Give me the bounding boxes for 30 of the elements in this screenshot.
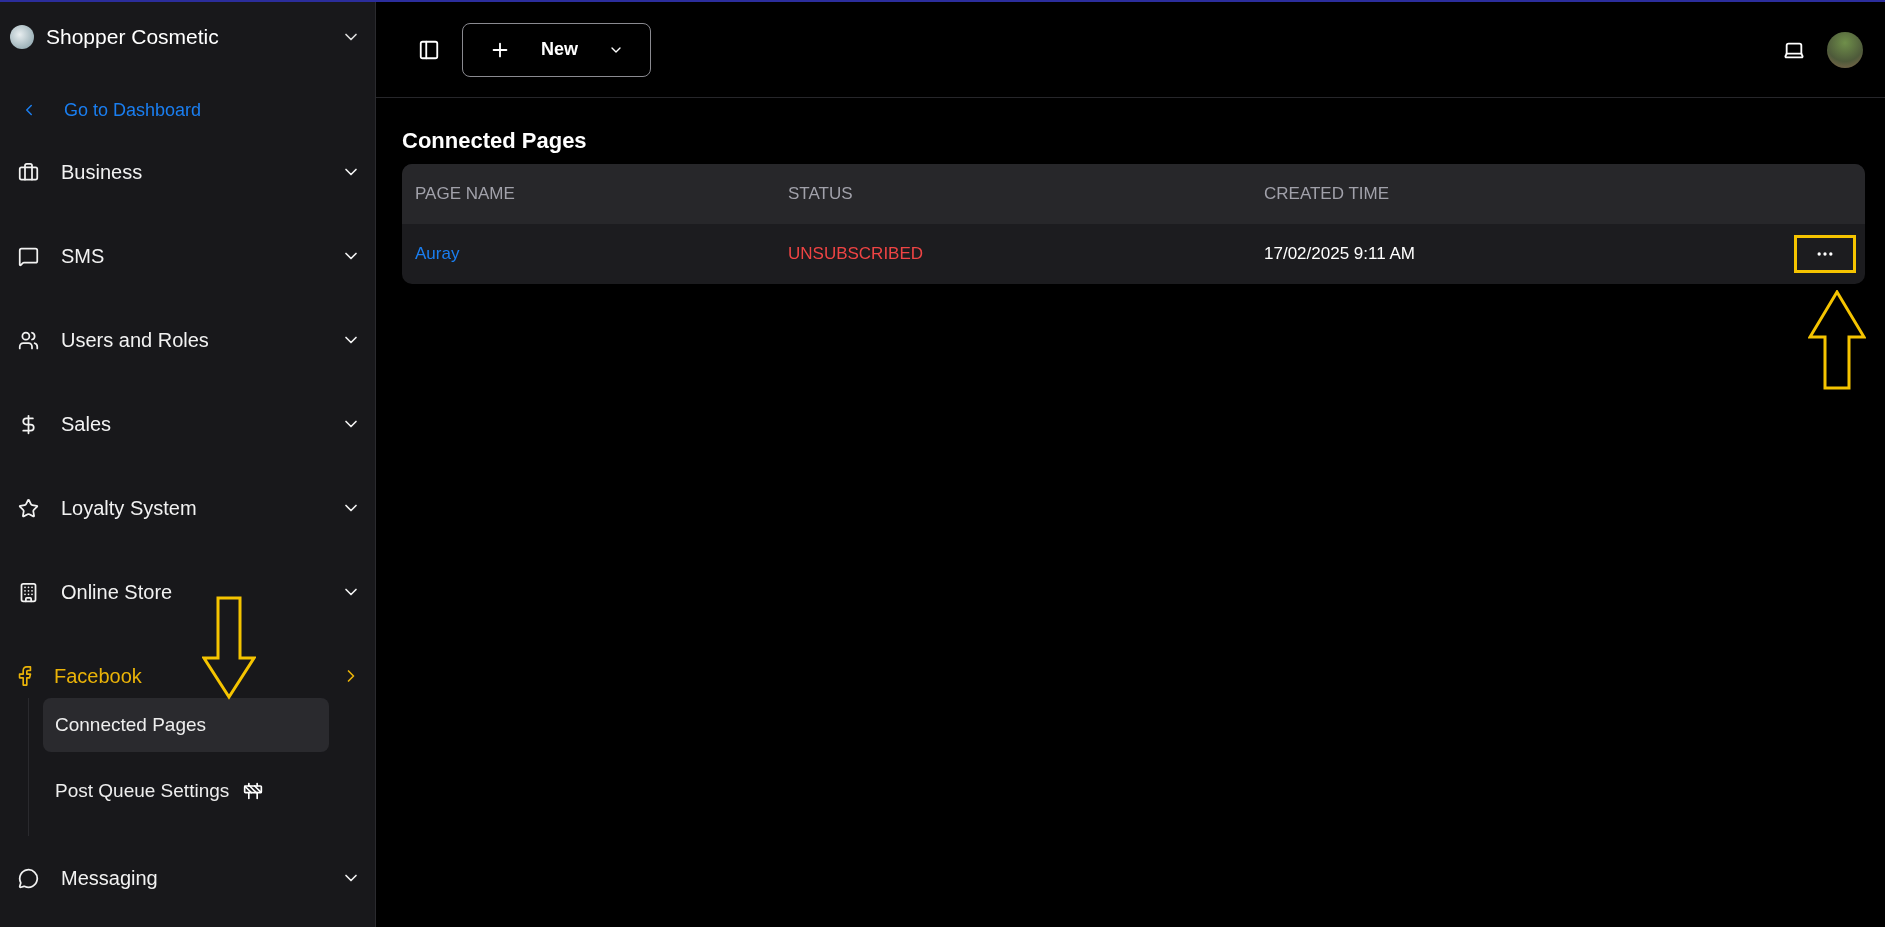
workspace-name[interactable]: Shopper Cosmetic [46, 25, 329, 49]
page-title: Connected Pages [402, 128, 588, 154]
nav-item[interactable]: Messaging [61, 866, 341, 890]
workspace-avatar [10, 25, 34, 49]
nav-item[interactable]: SMS [61, 244, 341, 268]
nav-icon [18, 867, 39, 889]
construction-barrier-icon [243, 781, 264, 801]
nav-item[interactable]: Online Store [61, 580, 341, 604]
sub-nav-item[interactable]: Connected Pages [43, 698, 329, 752]
back-link[interactable]: Go to Dashboard [20, 90, 361, 130]
sub-nav-item[interactable]: Post Queue Settings [43, 764, 329, 818]
nav-item[interactable]: Business [61, 160, 341, 184]
nav-icon [18, 161, 39, 183]
facebook-icon [18, 666, 32, 686]
new-button[interactable]: New [462, 22, 651, 77]
nav-item[interactable]: Users and Roles [61, 328, 341, 352]
nav-icon [18, 497, 39, 519]
created-time-cell-text: 17/02/2025 9:11 AM [1263, 244, 1415, 264]
nav-icon [18, 329, 39, 351]
nav-item[interactable]: Facebook [54, 664, 341, 688]
status-text: UNSUBSCRIBED [787, 244, 924, 264]
column-header: CREATED TIME [1263, 184, 1390, 204]
nav-icon [18, 581, 39, 603]
nav-item[interactable]: Sales [61, 412, 341, 436]
column-header: PAGE NAME [414, 184, 516, 204]
nav-icon [18, 245, 39, 267]
nav-item[interactable]: Loyalty System [61, 496, 341, 520]
column-header: STATUS [787, 184, 854, 204]
page-name-link[interactable]: Auray [402, 244, 460, 264]
user-avatar[interactable] [1827, 31, 1863, 68]
